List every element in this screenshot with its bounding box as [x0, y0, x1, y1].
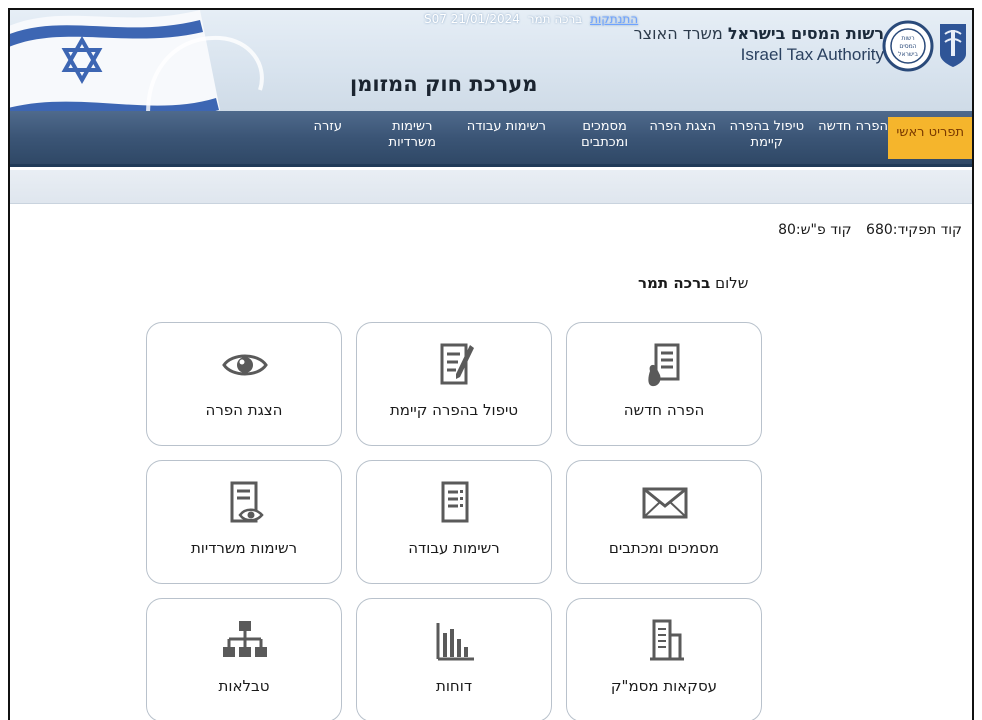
nav-main-menu[interactable]: תפריט ראשי [888, 117, 972, 159]
nav-existing-line1: טיפול בהפרה [729, 119, 804, 134]
tile-new-violation[interactable]: הפרה חדשה [566, 322, 762, 446]
tax-authority-logo: רשות המסים בישראל [882, 20, 934, 72]
tile-label: עסקאות מסמ"ק [610, 677, 718, 695]
status-line: התנתקות ברכה תמר S07 21/01/2024 [424, 12, 640, 26]
nav-help[interactable]: עזרה [314, 119, 342, 135]
greeting: שלום ברכה תמר [638, 274, 748, 292]
nav-office-line1: רשימות [392, 119, 433, 134]
authority-english: Israel Tax Authority [740, 45, 884, 64]
role-code: קוד תפקיד:680 [866, 222, 962, 238]
document-list-icon [441, 481, 469, 523]
tile-label: דוחות [435, 677, 473, 695]
authority-block: רשות המסים בישראל משרד האוצר Israel Tax … [634, 24, 884, 65]
bar-chart-icon [436, 623, 474, 661]
authority-hebrew: רשות המסים בישראל משרד האוצר [634, 24, 884, 43]
header: התנתקות ברכה תמר S07 21/01/2024 מערכת חו… [10, 10, 972, 111]
tile-label: מסמכים ומכתבים [608, 539, 720, 557]
svg-text:המסים: המסים [899, 43, 916, 50]
tile-show-violation[interactable]: הצגת הפרה [146, 322, 342, 446]
tile-existing-violation[interactable]: טיפול בהפרה קיימת [356, 322, 552, 446]
tile-label: הפרה חדשה [623, 401, 705, 419]
eye-icon [222, 354, 268, 376]
document-eye-icon [230, 481, 264, 523]
document-pen-icon [440, 343, 474, 385]
tile-reports[interactable]: דוחות [356, 598, 552, 720]
tile-cash-transactions[interactable]: עסקאות מסמ"ק [566, 598, 762, 720]
ps-code: קוד פ"ש:80 [778, 222, 852, 238]
tile-label: הצגת הפרה [205, 401, 283, 419]
nav-existing-violation[interactable]: טיפול בהפרה קיימת [730, 119, 804, 151]
status-user: ברכה תמר [527, 12, 583, 26]
state-emblem-icon [940, 24, 966, 67]
system-title: מערכת חוק המזומן [350, 72, 538, 96]
app-frame: התנתקות ברכה תמר S07 21/01/2024 מערכת חו… [8, 8, 974, 720]
nav-office-line2: משרדיות [388, 135, 436, 150]
org-chart-icon [223, 621, 267, 657]
tile-label: טבלאות [218, 677, 270, 695]
tile-work-lists[interactable]: רשימות עבודה [356, 460, 552, 584]
building-icon [650, 619, 684, 661]
authority-name: רשות המסים בישראל [727, 24, 884, 43]
nav-existing-line2: קיימת [750, 135, 783, 150]
tile-documents-letters[interactable]: מסמכים ומכתבים [566, 460, 762, 584]
tile-label: טיפול בהפרה קיימת [389, 401, 519, 419]
nav-office-lists[interactable]: רשימות משרדיות [389, 119, 436, 151]
main-nav: תפריט ראשי הפרה חדשה טיפול בהפרה קיימת ה… [10, 111, 972, 167]
svg-text:רשות: רשות [901, 35, 914, 42]
tile-tables[interactable]: טבלאות [146, 598, 342, 720]
nav-new-violation[interactable]: הפרה חדשה [818, 119, 888, 135]
nav-documents[interactable]: מסמכים ומכתבים [581, 119, 628, 151]
decorative-swirl [146, 35, 264, 111]
logout-link[interactable]: התנתקות [590, 12, 638, 26]
tile-label: רשימות משרדיות [190, 539, 298, 557]
greeting-user: ברכה תמר [638, 274, 711, 292]
nav-documents-line1: מסמכים [582, 119, 627, 134]
tile-label: רשימות עבודה [408, 539, 500, 557]
nav-work-lists[interactable]: רשימות עבודה [467, 119, 546, 135]
tile-office-lists[interactable]: רשימות משרדיות [146, 460, 342, 584]
document-hand-icon [648, 343, 680, 387]
sub-bar [10, 170, 972, 204]
nav-documents-line2: ומכתבים [581, 135, 628, 150]
nav-show-violation[interactable]: הצגת הפרה [649, 119, 716, 135]
user-codes: קוד תפקיד:680 קוד פ"ש:80 [768, 222, 962, 238]
svg-text:בישראל: בישראל [898, 51, 918, 58]
ministry-name: משרד האוצר [633, 24, 723, 43]
greeting-word: שלום [715, 274, 749, 292]
status-code: S07 21/01/2024 [424, 12, 520, 26]
envelope-icon [642, 487, 688, 519]
